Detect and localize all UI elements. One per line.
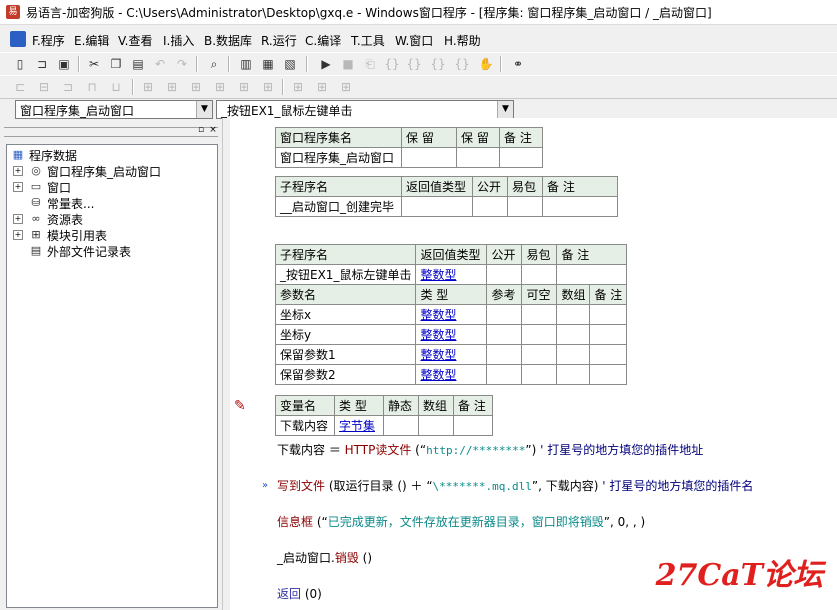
paste-icon[interactable]: ▤ [130, 56, 146, 72]
center-window-icon[interactable]: ⊞ [314, 79, 330, 95]
expand-icon[interactable]: + [13, 214, 23, 224]
open-folder-icon[interactable]: ⊐ [34, 56, 50, 72]
subroutine-name-cell[interactable]: __启动窗口_创建完毕 [275, 196, 402, 217]
code-line-1[interactable]: 下载内容 ＝ HTTP读文件 (“http://********”) ' 打星号… [277, 441, 703, 458]
copy-icon[interactable]: ❐ [108, 56, 124, 72]
chevron-down-icon[interactable]: ▼ [196, 101, 212, 118]
window-title: 易语言-加密狗版 - C:\Users\Administrator\Deskto… [26, 6, 712, 20]
step-icon[interactable]: ⎗ [362, 56, 378, 72]
run-to-cursor-icon[interactable]: {} [454, 56, 470, 72]
menu-help[interactable]: H.帮助 [444, 32, 481, 49]
program-tree: ▦ 程序数据 + ◎ 窗口程序集_启动窗口 + ▭ 窗口 ⛁ 常量表... + … [6, 144, 218, 608]
program-data-panel: ▫ × ▦ 程序数据 + ◎ 窗口程序集_启动窗口 + ▭ 窗口 ⛁ 常量表..… [0, 124, 222, 610]
expand-icon[interactable]: + [13, 166, 23, 176]
param-row: 保留参数1 整数型 [274, 344, 628, 365]
space-horizontal-icon[interactable]: ⊞ [212, 79, 228, 95]
code-line-3[interactable]: 信息框 (“已完成更新，文件存放在更新器目录，窗口即将销毁”, 0, , ) [277, 513, 645, 530]
current-line-arrow-icon: » [262, 480, 269, 491]
code-line-4[interactable]: _启动窗口.销毁 () [277, 549, 372, 566]
split-layout-icon[interactable]: ▧ [282, 56, 298, 72]
panel-pin-icon[interactable]: ▫ [196, 125, 206, 135]
forum-watermark: 27CaT论坛 [655, 558, 823, 593]
menu-compile[interactable]: C.编译 [305, 32, 341, 49]
step-over-icon[interactable]: {} [406, 56, 422, 72]
assembly-table: 窗口程序集名 保 留 保 留 备 注 窗口程序集_启动窗口 [275, 127, 543, 168]
save-icon[interactable]: ▣ [56, 56, 72, 72]
subroutine-name-cell[interactable]: _按钮EX1_鼠标左键单击 [274, 264, 417, 285]
app-icon: 易 [6, 5, 20, 19]
menu-bar: F.程序 E.编辑 V.查看 I.插入 B.数据库 R.运行 C.编译 T.工具… [0, 28, 837, 50]
menu-run[interactable]: R.运行 [261, 32, 297, 49]
new-file-icon[interactable]: ▯ [12, 56, 28, 72]
param-row: 坐标y 整数型 [274, 324, 628, 345]
code-line-5[interactable]: 返回 (0) [277, 585, 322, 602]
title-bar: 易 易语言-加密狗版 - C:\Users\Administrator\Desk… [0, 0, 837, 25]
align-top-icon[interactable]: ⊓ [84, 79, 100, 95]
param-row: 保留参数2 整数型 [274, 364, 628, 385]
database-icon: ⛁ [31, 196, 41, 209]
step-out-icon[interactable]: {} [430, 56, 446, 72]
program-data-icon: ▦ [12, 148, 24, 161]
undo-icon[interactable]: ↶ [152, 56, 168, 72]
panel-grip[interactable] [4, 127, 218, 137]
align-center-icon[interactable]: ⊟ [36, 79, 52, 95]
expand-icon[interactable]: + [13, 230, 23, 240]
window-icon: ▭ [30, 180, 42, 193]
edit-marker-icon: ✎ [234, 398, 246, 414]
code-line-2[interactable]: 写到文件 (取运行目录 () ＋ “\*******.mq.dll”, 下载内容… [277, 477, 753, 494]
ide-logo-icon [10, 31, 26, 47]
resources-icon: ∞ [31, 212, 41, 225]
assembly-icon: ◎ [31, 164, 41, 177]
alignment-toolbar: ⊏ ⊟ ⊐ ⊓ ⊔ ⊞ ⊞ ⊞ ⊞ ⊞ ⊞ ⊞ ⊞ ⊞ [0, 75, 837, 99]
menu-tools[interactable]: T.工具 [351, 32, 385, 49]
align-left-icon[interactable]: ⊏ [12, 79, 28, 95]
menu-program[interactable]: F.程序 [32, 32, 65, 49]
same-height-icon[interactable]: ⊞ [164, 79, 180, 95]
param-row: 坐标x 整数型 [274, 304, 628, 325]
assembly-selector-value: 窗口程序集_启动窗口 [20, 104, 135, 118]
stop-icon[interactable]: ■ [340, 56, 356, 72]
subroutine-table-2: 子程序名 返回值类型 公开 易包 备 注 _按钮EX1_鼠标左键单击 整数型 参… [274, 244, 628, 385]
variable-type-cell[interactable]: 字节集 [334, 415, 384, 436]
panel-splitter[interactable] [222, 118, 230, 610]
menu-view[interactable]: V.查看 [118, 32, 152, 49]
align-bottom-icon[interactable]: ⊔ [108, 79, 124, 95]
variable-name-cell[interactable]: 下载内容 [275, 415, 335, 436]
window-layout-icon[interactable]: ▥ [238, 56, 254, 72]
chevron-down-icon[interactable]: ▼ [497, 101, 513, 118]
menu-window[interactable]: W.窗口 [395, 32, 433, 49]
return-type-cell[interactable]: 整数型 [415, 264, 488, 285]
center-horizontal-icon[interactable]: ⊞ [290, 79, 306, 95]
binoculars-icon[interactable]: ⚭ [510, 56, 526, 72]
module-icon: ⊞ [31, 228, 41, 241]
file-list-icon: ▤ [30, 244, 42, 257]
redo-icon[interactable]: ↷ [174, 56, 190, 72]
menu-edit[interactable]: E.编辑 [74, 32, 109, 49]
panel-layout-icon[interactable]: ▦ [260, 56, 276, 72]
assembly-name-cell[interactable]: 窗口程序集_启动窗口 [275, 147, 402, 168]
assembly-selector[interactable]: 窗口程序集_启动窗口 ▼ [15, 100, 213, 119]
cut-icon[interactable]: ✂ [86, 56, 102, 72]
step-into-icon[interactable]: {} [384, 56, 400, 72]
same-width-icon[interactable]: ⊞ [140, 79, 156, 95]
code-editor[interactable]: 窗口程序集名 保 留 保 留 备 注 窗口程序集_启动窗口 子程序名 返回值类型… [230, 118, 837, 610]
variable-table: 变量名 类 型 静态 数组 备 注 下载内容 字节集 [275, 395, 493, 436]
menu-insert[interactable]: I.插入 [163, 32, 194, 49]
panel-close-icon[interactable]: × [208, 125, 218, 135]
center-vertical-icon[interactable]: ⊞ [260, 79, 276, 95]
expand-icon[interactable]: + [13, 182, 23, 192]
hand-icon[interactable]: ✋ [478, 56, 494, 72]
menu-database[interactable]: B.数据库 [204, 32, 252, 49]
subroutine-selector-value: _按钮EX1_鼠标左键单击 [221, 104, 353, 118]
space-vertical-icon[interactable]: ⊞ [236, 79, 252, 95]
subroutine-table-1: 子程序名 返回值类型 公开 易包 备 注 __启动窗口_创建完毕 [275, 176, 618, 217]
find-icon[interactable]: ⌕ [206, 56, 222, 72]
align-right-icon[interactable]: ⊐ [60, 79, 76, 95]
standard-toolbar: ▯ ⊐ ▣ ✂ ❐ ▤ ↶ ↷ ⌕ ▥ ▦ ▧ ▶ ■ ⎗ {} {} {} {… [0, 52, 837, 76]
order-icon[interactable]: ⊞ [338, 79, 354, 95]
same-size-icon[interactable]: ⊞ [188, 79, 204, 95]
subroutine-selector[interactable]: _按钮EX1_鼠标左键单击 ▼ [216, 100, 514, 119]
run-icon[interactable]: ▶ [318, 56, 334, 72]
